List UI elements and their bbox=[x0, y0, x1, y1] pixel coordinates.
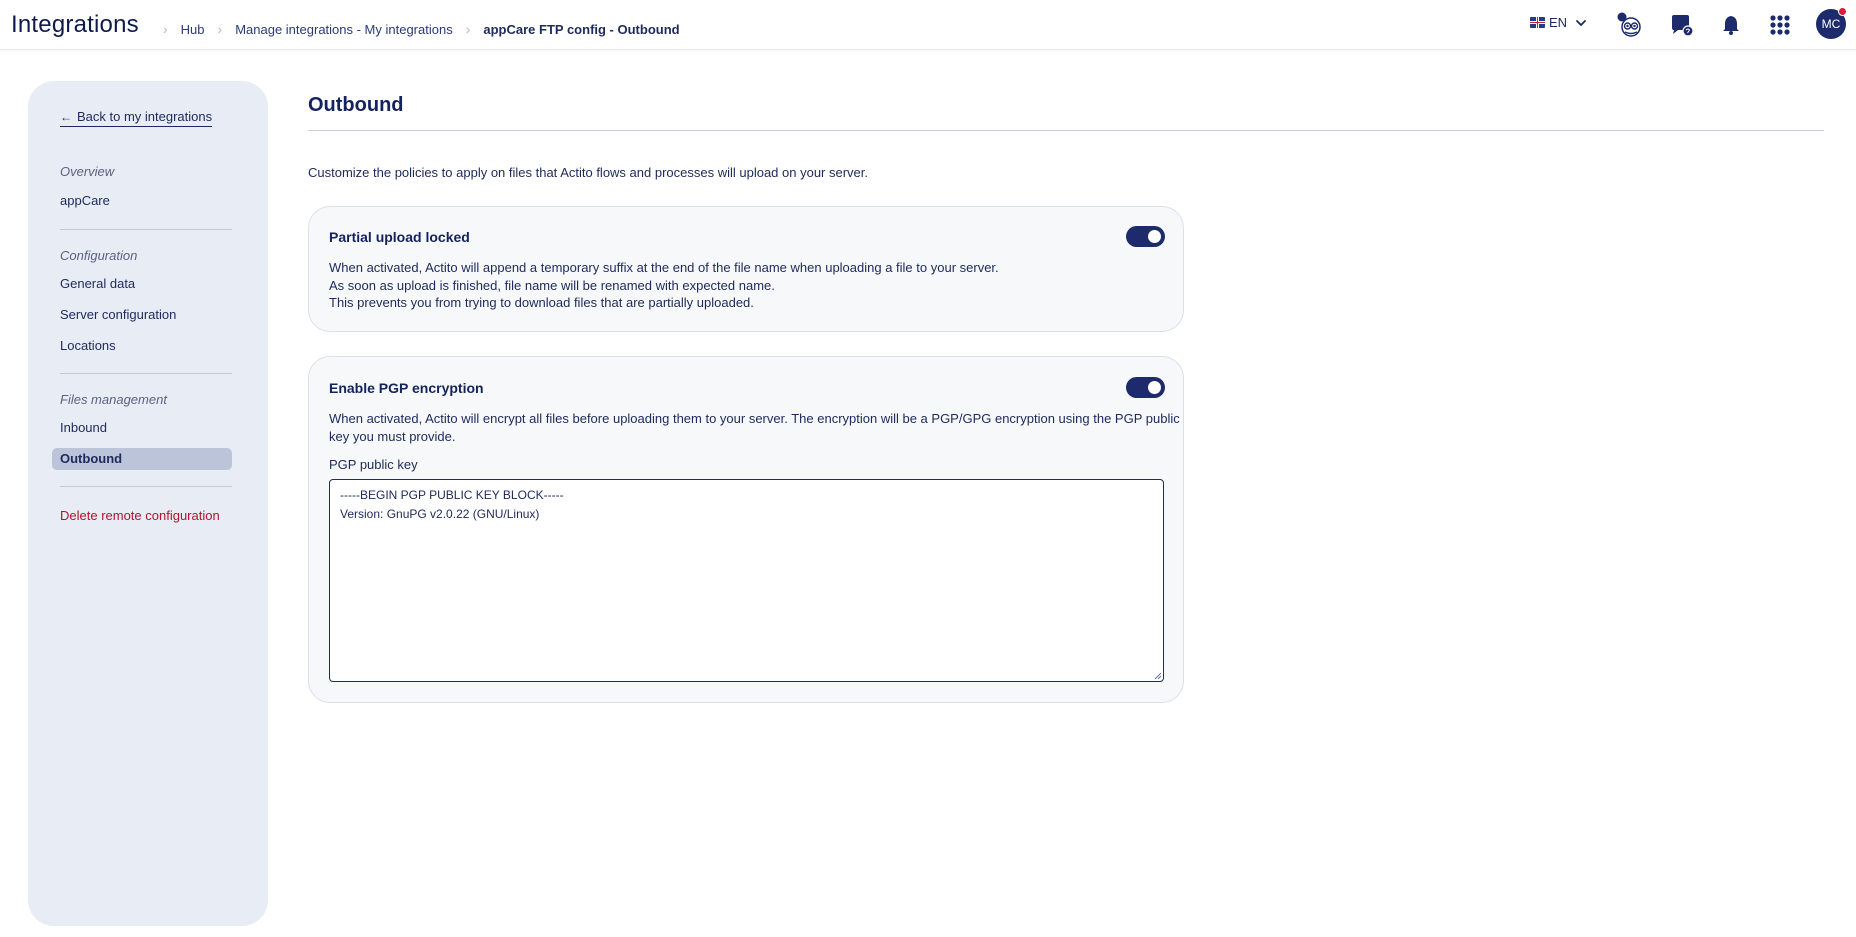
sidebar-divider bbox=[60, 373, 232, 374]
section-label-overview: Overview bbox=[60, 164, 115, 179]
pgp-description-line-1: When activated, Actito will encrypt all … bbox=[329, 411, 1180, 426]
back-to-integrations-link[interactable]: ← Back to my integrations bbox=[60, 109, 213, 127]
chevron-down-icon bbox=[1576, 19, 1586, 26]
partial-upload-toggle[interactable] bbox=[1126, 226, 1165, 247]
apps-grid-icon[interactable] bbox=[1767, 12, 1793, 38]
page-title: Outbound bbox=[308, 94, 404, 116]
toggle-knob bbox=[1148, 381, 1161, 394]
flag-uk-icon bbox=[1530, 17, 1545, 28]
partial-upload-card: Partial upload locked When activated, Ac… bbox=[308, 206, 1184, 332]
language-selector[interactable]: EN bbox=[1530, 15, 1587, 30]
delete-remote-configuration-link[interactable]: Delete remote configuration bbox=[60, 508, 220, 523]
user-avatar[interactable]: MC bbox=[1816, 7, 1847, 39]
partial-upload-line-3: This prevents you from trying to downloa… bbox=[329, 295, 754, 310]
sidebar-item-outbound[interactable]: Outbound bbox=[52, 448, 232, 470]
breadcrumb: › Hub › Manage integrations - My integra… bbox=[150, 21, 680, 37]
section-label-files-management: Files management bbox=[60, 392, 167, 407]
pgp-encryption-description: When activated, Actito will encrypt all … bbox=[329, 410, 1180, 445]
chevron-right-icon: › bbox=[217, 21, 223, 37]
sidebar: ← Back to my integrations Overview appCa… bbox=[28, 81, 268, 926]
app-title: Integrations bbox=[11, 11, 139, 38]
partial-upload-title: Partial upload locked bbox=[329, 229, 470, 245]
toggle-knob bbox=[1148, 230, 1161, 243]
notification-dot bbox=[1838, 7, 1847, 16]
bell-icon[interactable] bbox=[1718, 12, 1744, 38]
owl-assistant-icon[interactable] bbox=[1617, 12, 1643, 38]
resize-handle-icon[interactable] bbox=[1154, 672, 1162, 680]
partial-upload-line-2: As soon as upload is finished, file name… bbox=[329, 277, 775, 293]
intro-text: Customize the policies to apply on files… bbox=[308, 165, 869, 180]
sidebar-divider bbox=[60, 486, 232, 487]
breadcrumb-current: appCare FTP config - Outbound bbox=[483, 21, 680, 37]
partial-upload-description: When activated, Actito will append a tem… bbox=[329, 259, 999, 312]
language-label: EN bbox=[1549, 15, 1568, 30]
top-bar: Integrations › Hub › Manage integrations… bbox=[0, 0, 1856, 50]
arrow-left-icon: ← bbox=[60, 109, 72, 124]
pgp-public-key-label: PGP public key bbox=[329, 457, 418, 472]
back-link-label: Back to my integrations bbox=[77, 109, 213, 124]
pgp-encryption-card: Enable PGP encryption When activated, Ac… bbox=[308, 356, 1184, 703]
sidebar-item-inbound[interactable]: Inbound bbox=[60, 420, 107, 435]
section-label-configuration: Configuration bbox=[60, 248, 138, 263]
chevron-right-icon: › bbox=[465, 21, 471, 37]
pgp-encryption-toggle[interactable] bbox=[1126, 377, 1165, 398]
pgp-description-line-2: key you must provide. bbox=[329, 428, 456, 444]
breadcrumb-hub[interactable]: Hub bbox=[181, 22, 205, 37]
partial-upload-line-1: When activated, Actito will append a tem… bbox=[329, 260, 999, 275]
title-divider bbox=[308, 130, 1824, 131]
chat-icon[interactable] bbox=[1668, 12, 1694, 38]
sidebar-item-appcare[interactable]: appCare bbox=[60, 193, 110, 208]
pgp-public-key-textarea[interactable]: -----BEGIN PGP PUBLIC KEY BLOCK----- Ver… bbox=[329, 479, 1164, 682]
sidebar-item-locations[interactable]: Locations bbox=[60, 338, 116, 353]
pgp-encryption-title: Enable PGP encryption bbox=[329, 380, 484, 396]
avatar-initials: MC bbox=[1821, 17, 1841, 31]
chevron-right-icon: › bbox=[163, 21, 168, 37]
sidebar-item-general-data[interactable]: General data bbox=[60, 276, 135, 291]
sidebar-item-server-configuration[interactable]: Server configuration bbox=[60, 307, 176, 322]
breadcrumb-manage-integrations[interactable]: Manage integrations - My integrations bbox=[235, 22, 453, 37]
sidebar-divider bbox=[60, 229, 232, 230]
